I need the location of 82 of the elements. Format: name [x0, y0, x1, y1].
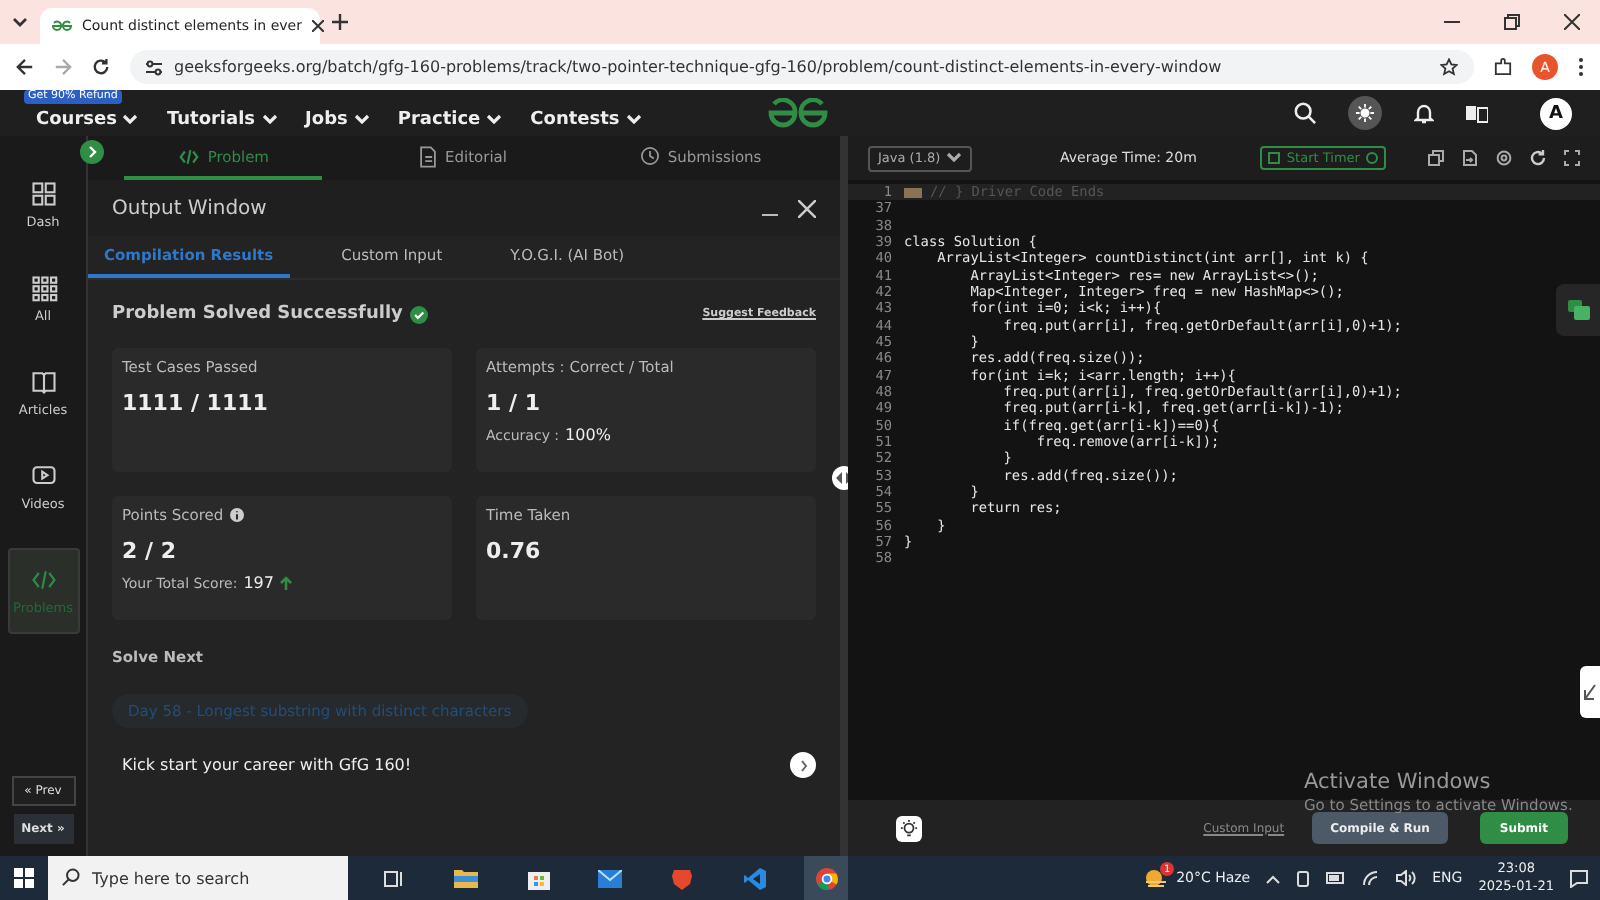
browser-icon[interactable]: [815, 867, 837, 889]
speaker-icon[interactable]: [1396, 870, 1417, 886]
address-bar[interactable]: geeksforgeeks.org/batch/gfg-160-problems/track/two-pointer-technique-gfg-160/problem/count-distinct-elements-in-every-window: [130, 50, 1474, 84]
weather-icon[interactable]: [1144, 866, 1169, 890]
extensions-icon[interactable]: [1494, 58, 1512, 76]
activation-title: Activate Windows: [1304, 770, 1493, 794]
reload-icon[interactable]: [92, 58, 110, 76]
chevron-icon: [799, 759, 807, 771]
battery-icon[interactable]: [1326, 872, 1347, 884]
bell-icon[interactable]: [1414, 102, 1434, 124]
nav-menu[interactable]: Jobs: [305, 110, 370, 130]
document-icon: [417, 145, 437, 167]
theme-toggle[interactable]: [1348, 96, 1382, 130]
search-icon: [62, 868, 80, 886]
book-icon: [29, 368, 57, 396]
taskbar-search-field[interactable]: Type here to search: [48, 856, 348, 900]
window-title: Output Window: [112, 197, 267, 219]
caret-icon: [946, 152, 962, 164]
shield-icon[interactable]: [672, 867, 692, 889]
site-logo-icon: [52, 20, 72, 32]
chevron-up-icon[interactable]: [1266, 873, 1281, 883]
tab-list-icon[interactable]: [12, 14, 28, 30]
note-value: 100%: [565, 426, 611, 444]
nav-menu[interactable]: Tutorials: [166, 110, 278, 130]
card-value: 2 / 2: [122, 538, 178, 564]
info-icon[interactable]: [229, 508, 244, 522]
card-value: 1111 / 1111: [122, 390, 270, 416]
nav-menu[interactable]: Contests: [530, 110, 642, 130]
notifications-icon[interactable]: [1570, 869, 1588, 887]
code-icon: [29, 566, 57, 594]
fold-marker[interactable]: [904, 188, 922, 198]
card-value: 1 / 1: [486, 390, 542, 416]
side-tab[interactable]: [1580, 666, 1600, 718]
reset-icon[interactable]: [1530, 150, 1546, 166]
arrows-icon: [836, 472, 852, 484]
copy-icon[interactable]: [1428, 150, 1444, 166]
caret-icon: [625, 114, 642, 126]
check-icon: [410, 305, 429, 323]
clock-icon: [639, 146, 660, 166]
sun-icon: [1356, 104, 1374, 122]
site-logo[interactable]: [766, 98, 830, 128]
mail-icon[interactable]: [598, 869, 622, 887]
folder-icon[interactable]: [454, 868, 478, 888]
dashboard-icon: [29, 180, 57, 208]
fullscreen-icon[interactable]: [1564, 150, 1580, 166]
search-icon[interactable]: [1294, 102, 1316, 124]
nav-menu[interactable]: Courses: [36, 110, 139, 130]
caret-icon: [486, 114, 503, 126]
video-icon: [29, 462, 57, 490]
close-icon[interactable]: [311, 20, 324, 32]
network-icon[interactable]: [1362, 870, 1381, 886]
chat-icon: [1567, 300, 1589, 320]
store-icon[interactable]: [527, 867, 549, 889]
menu-icon[interactable]: [1578, 58, 1584, 76]
windows-start-icon[interactable]: [14, 868, 34, 888]
hint-button[interactable]: [896, 815, 922, 841]
import-icon[interactable]: [1462, 150, 1478, 166]
caret-icon: [122, 114, 139, 126]
promo-button[interactable]: [790, 752, 816, 778]
bulb-icon: [900, 819, 918, 837]
nav-menu[interactable]: Practice: [397, 110, 503, 130]
promo-text: Kick start your career with GfG 160!: [122, 756, 412, 774]
back-icon[interactable]: [16, 58, 34, 76]
site-settings-icon[interactable]: [146, 59, 162, 75]
note-value: 197: [243, 574, 274, 592]
code-editor-icon[interactable]: [743, 867, 765, 889]
user-avatar[interactable]: A: [1540, 97, 1572, 129]
code-icon: [177, 145, 200, 167]
card-value: 0.76: [486, 538, 543, 564]
star-icon[interactable]: [1440, 58, 1458, 76]
restore-icon[interactable]: [1504, 14, 1520, 30]
close-icon[interactable]: [1564, 14, 1580, 30]
grid-icon: [29, 274, 57, 302]
status-title: Problem Solved Successfully: [112, 304, 403, 324]
caret-icon: [261, 114, 278, 126]
expand-icon: [1584, 684, 1596, 700]
device-icon[interactable]: [1296, 869, 1311, 887]
task-view-icon[interactable]: [384, 869, 404, 887]
caret-icon: [353, 114, 370, 126]
chat-button[interactable]: [1556, 284, 1600, 336]
chevron-icon: [87, 146, 97, 158]
new-tab-icon[interactable]: [332, 14, 348, 30]
